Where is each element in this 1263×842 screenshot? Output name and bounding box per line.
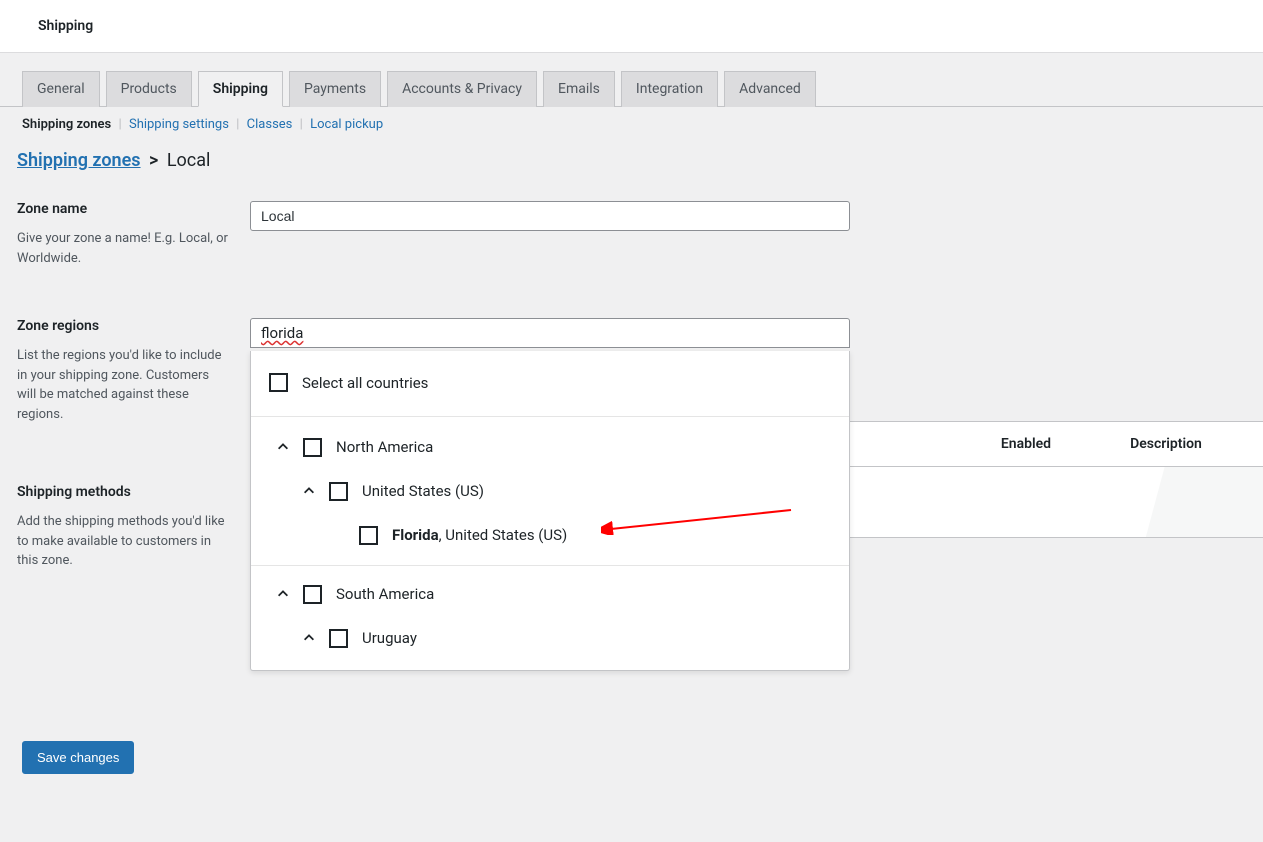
settings-tabs: General Products Shipping Payments Accou…: [0, 53, 1263, 107]
separator: |: [236, 117, 239, 132]
option-label: United States (US): [362, 482, 831, 500]
tab-products[interactable]: Products: [106, 71, 192, 107]
tab-emails[interactable]: Emails: [543, 71, 615, 107]
breadcrumb-arrow: >: [149, 150, 158, 171]
page-title: Shipping: [0, 0, 1263, 52]
option-florida[interactable]: Florida, United States (US): [251, 513, 849, 566]
checkbox-icon[interactable]: [303, 438, 322, 457]
option-south-america[interactable]: South America: [251, 572, 849, 616]
tab-advanced[interactable]: Advanced: [724, 71, 816, 107]
col-description: Description: [1086, 436, 1246, 452]
zone-regions-search[interactable]: florida: [250, 318, 850, 348]
select-all-option[interactable]: Select all countries: [251, 361, 849, 404]
match-bold: Florida: [392, 526, 439, 544]
option-uruguay[interactable]: Uruguay: [251, 616, 849, 660]
chevron-up-icon[interactable]: [299, 628, 319, 648]
shipping-methods-label: Shipping methods: [17, 484, 250, 500]
breadcrumb-current: Local: [167, 150, 211, 171]
tab-payments[interactable]: Payments: [289, 71, 381, 107]
zone-regions-desc: List the regions you'd like to include i…: [17, 346, 250, 424]
shipping-subtabs: Shipping zones | Shipping settings | Cla…: [0, 107, 1263, 132]
subtab-classes[interactable]: Classes: [247, 117, 293, 132]
checkbox-icon[interactable]: [329, 482, 348, 501]
breadcrumb: Shipping zones > Local: [0, 132, 1263, 171]
chevron-up-icon[interactable]: [273, 584, 293, 604]
breadcrumb-parent[interactable]: Shipping zones: [17, 150, 141, 171]
tab-integration[interactable]: Integration: [621, 71, 718, 107]
zone-regions-label: Zone regions: [17, 318, 250, 334]
regions-dropdown: Select all countries North America Unite…: [250, 351, 850, 671]
checkbox-icon[interactable]: [329, 629, 348, 648]
separator: |: [300, 117, 303, 132]
zone-name-desc: Give your zone a name! E.g. Local, or Wo…: [17, 229, 250, 268]
checkbox-icon[interactable]: [269, 373, 288, 392]
subtab-settings[interactable]: Shipping settings: [129, 117, 229, 132]
search-text: florida: [261, 324, 303, 342]
option-north-america[interactable]: North America: [251, 416, 849, 469]
select-all-label: Select all countries: [302, 374, 831, 392]
zone-name-row: Zone name Give your zone a name! E.g. Lo…: [17, 201, 1246, 268]
option-label: North America: [336, 438, 831, 456]
decoration: [1143, 467, 1263, 538]
tab-shipping[interactable]: Shipping: [198, 71, 283, 107]
shipping-methods-desc: Add the shipping methods you'd like to m…: [17, 512, 250, 571]
col-enabled: Enabled: [966, 436, 1086, 452]
option-united-states[interactable]: United States (US): [251, 469, 849, 513]
tab-accounts-privacy[interactable]: Accounts & Privacy: [387, 71, 537, 107]
separator: |: [118, 117, 121, 132]
option-label: Florida, United States (US): [392, 526, 831, 544]
chevron-up-icon[interactable]: [273, 437, 293, 457]
subtab-local-pickup[interactable]: Local pickup: [310, 117, 383, 132]
content-area: General Products Shipping Payments Accou…: [0, 52, 1263, 842]
checkbox-icon[interactable]: [303, 585, 322, 604]
zone-name-input[interactable]: [250, 201, 850, 231]
option-label: South America: [336, 585, 831, 603]
match-rest: , United States (US): [439, 526, 568, 544]
option-label: Uruguay: [362, 629, 831, 647]
checkbox-icon[interactable]: [359, 526, 378, 545]
zone-name-label: Zone name: [17, 201, 250, 217]
subtab-zones[interactable]: Shipping zones: [22, 117, 111, 132]
zone-regions-row: Zone regions List the regions you'd like…: [17, 318, 1246, 424]
chevron-up-icon[interactable]: [299, 481, 319, 501]
save-button[interactable]: Save changes: [22, 741, 134, 774]
tab-general[interactable]: General: [22, 71, 100, 107]
